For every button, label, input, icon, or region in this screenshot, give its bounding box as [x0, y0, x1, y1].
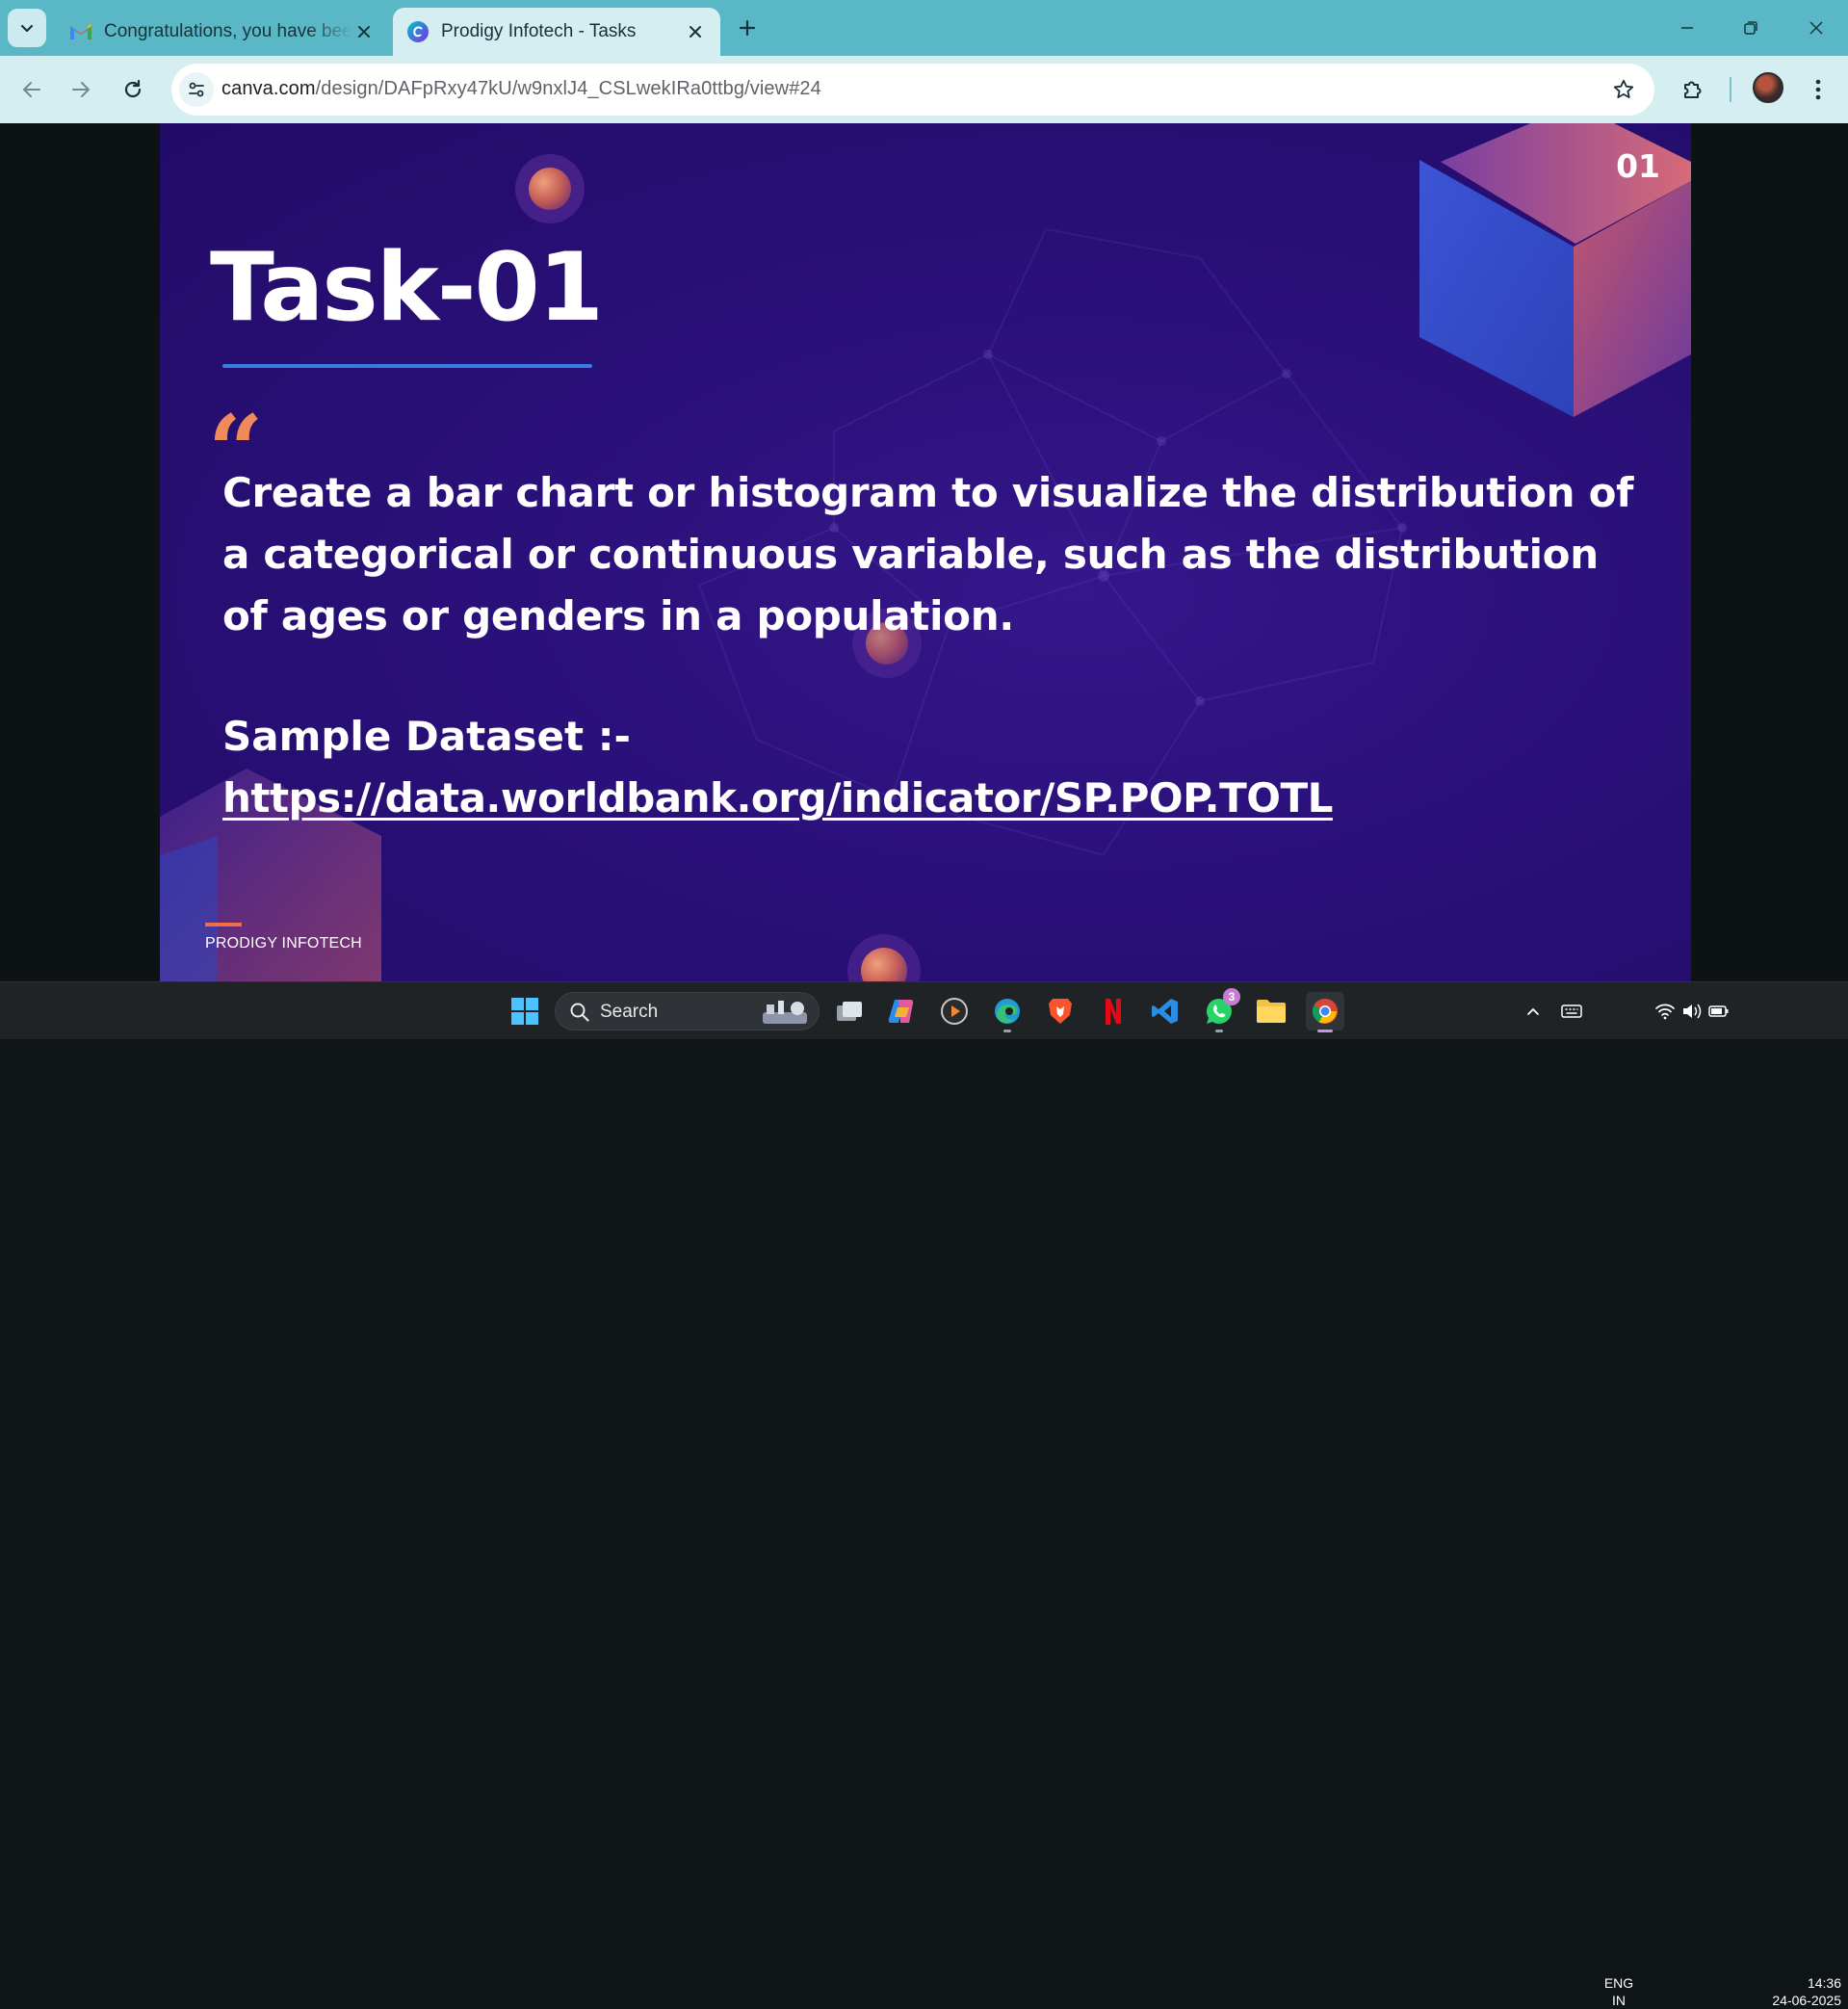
brave-button[interactable] [1041, 992, 1080, 1031]
browser-tab-strip: Congratulations, you have been Prodigy I… [0, 0, 1848, 56]
canva-icon [406, 20, 429, 43]
play-icon [941, 998, 968, 1025]
brave-icon [1049, 999, 1072, 1024]
running-indicator [1003, 1030, 1011, 1032]
arrow-left-icon [23, 82, 40, 97]
notification-badge: 3 [1223, 988, 1240, 1005]
reload-button[interactable] [114, 70, 152, 109]
minimize-icon [1681, 27, 1693, 29]
media-player-button[interactable] [935, 992, 974, 1031]
wifi-icon [1655, 1004, 1675, 1020]
bookmark-button[interactable] [1610, 76, 1637, 103]
slide-number: 01 [1616, 147, 1660, 185]
input-language[interactable]: ENG IN [1597, 1974, 1641, 2009]
windows-taskbar: Search 3 ENG IN 14:36 24-06-2025 [0, 981, 1848, 2008]
search-label: Search [600, 1002, 659, 1022]
copilot-icon [888, 1000, 914, 1023]
star-icon [1613, 79, 1634, 98]
clock-date: 24-06-2025 [1772, 1993, 1841, 2008]
task-view-icon [837, 1002, 862, 1021]
netflix-button[interactable] [1094, 992, 1132, 1031]
running-indicator [1317, 1030, 1333, 1032]
new-tab-button[interactable] [732, 13, 763, 43]
chevron-up-icon [1527, 1007, 1539, 1015]
edge-button[interactable] [988, 992, 1027, 1032]
dataset-link[interactable]: https://data.worldbank.org/indicator/SP.… [222, 774, 1333, 822]
folder-icon [1257, 1000, 1286, 1023]
windows-icon [511, 998, 538, 1025]
close-icon [1809, 21, 1823, 35]
battery-icon [1708, 1005, 1729, 1017]
touch-keyboard-button[interactable] [1554, 992, 1589, 1031]
edge-icon [995, 999, 1020, 1024]
vscode-button[interactable] [1146, 992, 1184, 1031]
back-button[interactable] [13, 70, 51, 109]
chrome-icon [1312, 998, 1338, 1024]
plus-icon [739, 19, 756, 37]
show-hidden-icons-button[interactable] [1516, 992, 1550, 1031]
copilot-button[interactable] [882, 992, 921, 1031]
tab-gmail[interactable]: Congratulations, you have been [56, 8, 389, 56]
search-icon [570, 1003, 589, 1022]
arrow-right-icon [72, 82, 90, 97]
toolbar-divider [1730, 77, 1731, 102]
more-vert-icon [1815, 79, 1821, 100]
presentation-slide: 01 Task-01 “ Create a bar chart or histo… [160, 123, 1691, 981]
minimize-button[interactable] [1668, 10, 1706, 46]
language-code: ENG [1603, 1975, 1634, 1991]
volume-icon [1683, 1004, 1702, 1019]
extensions-button[interactable] [1674, 70, 1712, 109]
brand-name: PRODIGY INFOTECH [205, 935, 362, 952]
forward-button[interactable] [62, 70, 100, 109]
profile-avatar[interactable] [1753, 72, 1783, 103]
gmail-icon [69, 20, 92, 43]
task-description: Create a bar chart or histogram to visua… [222, 469, 1634, 639]
dataset-label: Sample Dataset :- [222, 713, 631, 760]
tab-title: Prodigy Infotech - Tasks [441, 21, 637, 41]
start-button[interactable] [506, 992, 544, 1031]
address-bar[interactable]: canva.com/design/DAFpRxy47kU/w9nxlJ4_CSL… [171, 64, 1654, 116]
reload-icon [124, 79, 142, 98]
chrome-button[interactable] [1306, 992, 1344, 1032]
site-info-button[interactable] [179, 72, 214, 107]
restore-icon [1744, 21, 1757, 35]
running-indicator [1215, 1030, 1223, 1032]
clock-time: 14:36 [1807, 1975, 1841, 1991]
menu-button[interactable] [1799, 70, 1837, 109]
close-tab-icon[interactable] [352, 20, 376, 43]
task-view-button[interactable] [830, 992, 869, 1031]
close-tab-icon[interactable] [684, 20, 707, 43]
search-highlight-icon [763, 1001, 807, 1024]
browser-toolbar: canva.com/design/DAFpRxy47kU/w9nxlJ4_CSL… [0, 56, 1848, 123]
url-path: /design/DAFpRxy47kU/w9nxlJ4_CSLwekIRa0tt… [315, 78, 821, 99]
netflix-icon [1106, 999, 1121, 1025]
region-code: IN [1612, 1993, 1626, 2008]
whatsapp-button[interactable]: 3 [1200, 988, 1240, 1032]
clock[interactable]: 14:36 24-06-2025 [1741, 1974, 1841, 2009]
keyboard-icon [1561, 1004, 1582, 1018]
chevron-down-icon [20, 24, 34, 33]
page-viewport: 01 Task-01 “ Create a bar chart or histo… [0, 123, 1848, 981]
puzzle-icon [1684, 81, 1702, 98]
vscode-icon [1152, 999, 1178, 1024]
taskbar-search[interactable]: Search [555, 992, 820, 1031]
file-explorer-button[interactable] [1252, 992, 1290, 1031]
url-text[interactable]: canva.com/design/DAFpRxy47kU/w9nxlJ4_CSL… [221, 78, 821, 100]
restore-button[interactable] [1731, 10, 1770, 46]
url-domain: canva.com [221, 78, 316, 99]
title-underline [222, 364, 592, 368]
tune-icon [189, 82, 204, 97]
quick-settings-button[interactable] [1649, 992, 1735, 1031]
tab-search-button[interactable] [8, 9, 46, 47]
close-window-button[interactable] [1797, 10, 1835, 46]
brand-accent-bar [205, 923, 242, 926]
tab-title: Congratulations, you have been [104, 21, 352, 41]
slide-title: Task-01 [210, 233, 604, 343]
tab-prodigy-tasks[interactable]: Prodigy Infotech - Tasks [393, 8, 720, 56]
